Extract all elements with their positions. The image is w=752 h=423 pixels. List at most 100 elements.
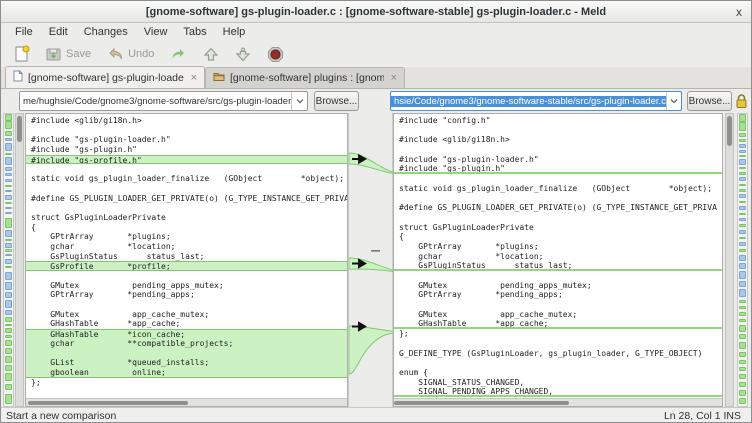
diffmap-segment[interactable]	[5, 121, 12, 129]
code-line[interactable]: GList *queued_installs;	[26, 358, 347, 368]
diffmap-segment[interactable]	[739, 390, 746, 396]
diffmap-segment[interactable]	[5, 138, 12, 141]
diffmap-segment[interactable]	[5, 384, 12, 390]
diffmap-segment[interactable]	[5, 365, 12, 371]
diffmap-segment[interactable]	[739, 300, 746, 303]
left-vertical-scrollbar[interactable]	[15, 113, 24, 407]
code-line[interactable]: GsPluginStatus status_last;	[26, 252, 347, 262]
diffmap-segment[interactable]	[739, 242, 746, 246]
right-diff-map[interactable]	[737, 113, 748, 407]
diffmap-segment[interactable]	[5, 335, 12, 338]
tab-close-icon[interactable]: ×	[391, 72, 397, 84]
diffmap-segment[interactable]	[5, 259, 12, 264]
diffmap-segment[interactable]	[739, 172, 746, 175]
tab-close-icon[interactable]: ×	[191, 72, 197, 84]
code-line[interactable]	[26, 126, 347, 136]
left-diff-map[interactable]	[3, 113, 14, 407]
code-line[interactable]: #include "gs-plugin-loader.h"	[26, 135, 347, 145]
chevron-down-icon[interactable]	[666, 92, 682, 110]
code-line[interactable]	[26, 203, 347, 213]
code-line[interactable]: #include "gs-plugin-loader.h"	[394, 155, 722, 165]
diffmap-segment[interactable]	[5, 328, 12, 333]
code-line[interactable]	[394, 339, 722, 349]
code-line[interactable]: {	[394, 232, 722, 242]
diffmap-segment[interactable]	[5, 212, 12, 214]
diffmap-segment[interactable]	[5, 114, 12, 121]
diffmap-segment[interactable]	[739, 312, 746, 316]
diffmap-segment[interactable]	[739, 271, 746, 279]
code-line[interactable]: GPtrArray *pending_apps;	[394, 290, 722, 300]
code-line[interactable]: #include "gs-plugin.h"	[26, 145, 347, 155]
code-line[interactable]: GMutex pending_apps_mutex;	[394, 281, 722, 291]
menu-item-tabs[interactable]: Tabs	[175, 24, 214, 40]
code-line[interactable]: GMutex app_cache_mutex;	[394, 310, 722, 320]
tab-plugins[interactable]: [gnome-software] plugins : [gnome-soft ×	[205, 67, 405, 88]
diffmap-segment[interactable]	[5, 243, 12, 248]
code-line[interactable]: GPtrArray *plugins;	[26, 232, 347, 242]
diffmap-segment[interactable]	[5, 324, 12, 326]
code-line[interactable]	[394, 126, 722, 136]
diffmap-segment[interactable]	[5, 179, 12, 182]
diffmap-segment[interactable]	[5, 249, 12, 252]
diffmap-segment[interactable]	[5, 282, 12, 290]
diffmap-segment[interactable]	[5, 185, 12, 187]
diffmap-segment[interactable]	[739, 289, 746, 297]
code-line[interactable]	[26, 387, 347, 397]
diffmap-segment[interactable]	[5, 300, 12, 308]
code-line[interactable]: #include "config.h"	[394, 116, 722, 126]
code-line[interactable]	[26, 164, 347, 174]
diffmap-segment[interactable]	[739, 263, 746, 269]
diffmap-segment[interactable]	[5, 207, 12, 209]
code-line[interactable]: struct GsPluginLoaderPrivate	[26, 213, 347, 223]
code-line[interactable]: gchar *location;	[26, 242, 347, 252]
code-line[interactable]: #include <glib/gi18n.h>	[394, 135, 722, 145]
code-line[interactable]: gboolean online;	[26, 368, 347, 378]
left-horizontal-scrollbar[interactable]	[26, 398, 347, 406]
diffmap-segment[interactable]	[739, 150, 746, 153]
diffmap-segment[interactable]	[739, 189, 746, 192]
save-button[interactable]: Save	[41, 44, 96, 64]
left-code-pane[interactable]: #include <glib/gi18n.h>#include "gs-plug…	[25, 113, 348, 407]
diffmap-segment[interactable]	[739, 122, 746, 131]
code-line[interactable]: GsProfile *profile;	[26, 261, 347, 271]
stop-button[interactable]	[262, 44, 289, 65]
left-file-path-combobox[interactable]: me/hughsie/Code/gnome3/gnome-software/sr…	[19, 91, 308, 111]
diffmap-segment[interactable]	[5, 143, 12, 151]
code-line[interactable]: gchar **compatible_projects;	[26, 339, 347, 349]
code-line[interactable]: GHashTable *app_cache;	[394, 319, 722, 329]
diffmap-segment[interactable]	[5, 340, 12, 346]
diff-connectors[interactable]	[349, 113, 394, 407]
chevron-down-icon[interactable]	[291, 92, 307, 110]
code-line[interactable]: GHashTable *app_cache;	[26, 319, 347, 329]
right-horizontal-scrollbar[interactable]	[394, 398, 722, 406]
diffmap-segment[interactable]	[739, 177, 746, 181]
diffmap-segment[interactable]	[739, 218, 746, 221]
diffmap-segment[interactable]	[739, 367, 746, 371]
diffmap-segment[interactable]	[5, 317, 12, 322]
diffmap-segment[interactable]	[739, 201, 746, 203]
diffmap-segment[interactable]	[5, 292, 12, 298]
diffmap-segment[interactable]	[5, 167, 12, 171]
diffmap-segment[interactable]	[5, 131, 12, 136]
new-comparison-button[interactable]	[9, 43, 35, 65]
code-line[interactable]: static void gs_plugin_loader_finalize (G…	[26, 174, 347, 184]
window-close-icon[interactable]: x	[736, 5, 742, 19]
diffmap-segment[interactable]	[739, 230, 746, 234]
code-line[interactable]: GHashTable *icon_cache;	[26, 329, 347, 339]
diffmap-segment[interactable]	[739, 360, 746, 364]
diffmap-segment[interactable]	[739, 398, 746, 404]
diffmap-segment[interactable]	[739, 133, 746, 137]
lock-icon[interactable]	[735, 93, 748, 114]
diffmap-segment[interactable]	[739, 114, 746, 122]
diffmap-segment[interactable]	[5, 153, 12, 155]
diffmap-segment[interactable]	[739, 382, 746, 387]
diffmap-segment[interactable]	[739, 319, 746, 322]
code-line[interactable]: GPtrArray *plugins;	[394, 242, 722, 252]
code-line[interactable]: SIGNAL_PENDING_APPS_CHANGED,	[394, 387, 722, 397]
code-line[interactable]: };	[26, 378, 347, 388]
diffmap-segment[interactable]	[739, 249, 746, 252]
next-change-button[interactable]	[230, 45, 256, 64]
code-line[interactable]: GMutex app_cache_mutex;	[26, 310, 347, 320]
code-line[interactable]: GMutex pending_apps_mutex;	[26, 281, 347, 291]
menu-item-help[interactable]: Help	[215, 24, 254, 40]
